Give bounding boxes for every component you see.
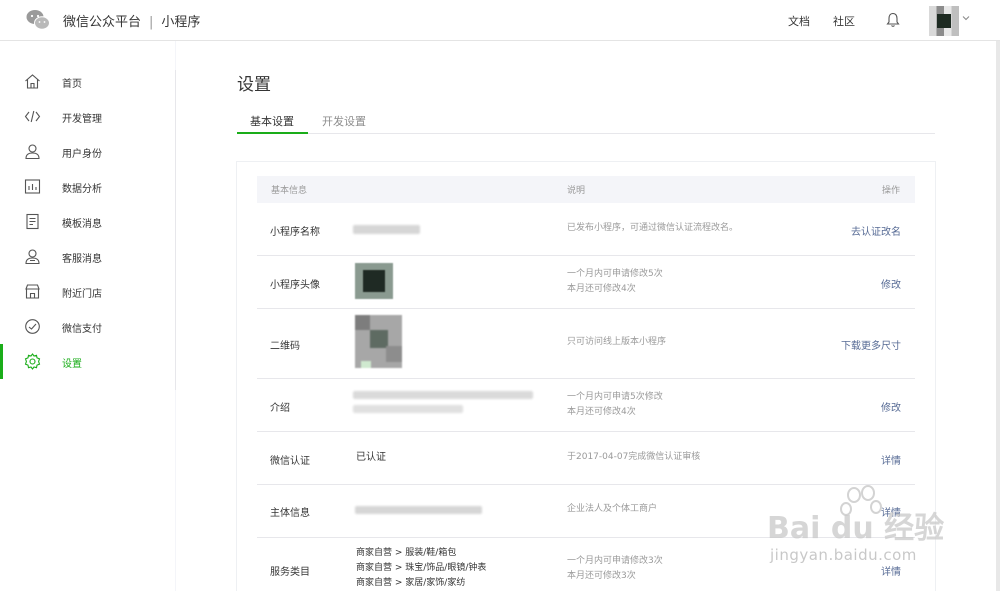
sidebar-item-label: 首页 [62, 79, 82, 90]
sidebar-item-template-msg[interactable]: 模板消息 [0, 204, 175, 239]
categories-value: 商家自营 > 服装/鞋/箱包 商家自营 > 珠宝/饰品/眼镜/钟表 商家自营 >… [356, 546, 486, 591]
sidebar-item-home[interactable]: 首页 [0, 64, 175, 99]
tab-dev-settings[interactable]: 开发设置 [322, 113, 366, 129]
edit-avatar-link[interactable]: 修改 [881, 276, 901, 291]
verification-details-link[interactable]: 详情 [881, 452, 901, 467]
intro-value-line [353, 405, 463, 413]
verification-status: 已认证 [356, 452, 386, 463]
avatar[interactable] [929, 6, 959, 36]
desc-line: 一个月内可申请修改5次 [567, 269, 663, 279]
app-name-value [353, 225, 420, 234]
code-icon [24, 110, 41, 123]
sidebar-item-analytics[interactable]: 数据分析 [0, 169, 175, 204]
docs-link[interactable]: 文档 [788, 13, 810, 29]
download-sizes-link[interactable]: 下载更多尺寸 [841, 337, 901, 352]
scrollbar[interactable] [996, 41, 1000, 591]
top-header: 微信公众平台 | 小程序 文档 社区 [0, 0, 1000, 41]
gear-icon [24, 353, 41, 370]
home-icon [25, 74, 40, 89]
desc-line: 一个月内可申请5次修改 [567, 392, 663, 402]
row-desc-avatar: 一个月内可申请修改5次 本月还可修改4次 [567, 267, 663, 297]
sidebar-item-label: 开发管理 [62, 114, 102, 125]
sidebar-item-label: 微信支付 [62, 324, 102, 335]
row-label-name: 小程序名称 [270, 227, 320, 238]
intro-value-line [353, 391, 533, 399]
row-desc-categories: 一个月内可申请修改3次 本月还可修改3次 [567, 554, 663, 584]
product-name: 小程序 [161, 15, 201, 30]
sidebar-item-label: 数据分析 [62, 184, 102, 195]
row-desc-qrcode: 只可访问线上版本小程序 [567, 337, 667, 347]
active-tab-indicator [237, 132, 308, 134]
desc-line: 本月还可修改3次 [567, 571, 636, 581]
sidebar-item-service-msg[interactable]: 客服消息 [0, 239, 175, 274]
desc-line: 本月还可修改4次 [567, 407, 636, 417]
user-icon [25, 144, 40, 160]
row-desc-verification: 于2017-04-07完成微信认证审核 [567, 452, 701, 462]
store-icon [25, 284, 40, 299]
row-divider [257, 431, 915, 432]
row-label-qrcode: 二维码 [270, 341, 300, 352]
desc-line: 一个月内可申请修改3次 [567, 556, 663, 566]
bell-icon[interactable] [886, 12, 900, 28]
sidebar-item-label: 模板消息 [62, 219, 102, 230]
edit-intro-link[interactable]: 修改 [881, 399, 901, 414]
row-desc-intro: 一个月内可申请5次修改 本月还可修改4次 [567, 390, 663, 420]
sidebar-item-label: 客服消息 [62, 254, 102, 265]
pay-icon [25, 319, 40, 334]
sidebar-item-label: 设置 [62, 359, 82, 370]
row-desc-name: 已发布小程序，可通过微信认证流程改名。 [567, 223, 739, 233]
table-header [257, 176, 915, 203]
community-link[interactable]: 社区 [833, 13, 855, 29]
watermark-brand: Bai du 经验 [767, 511, 945, 546]
qr-code-image [355, 315, 402, 368]
rename-link[interactable]: 去认证改名 [851, 223, 901, 238]
row-label-intro: 介绍 [270, 403, 290, 414]
desc-line: 本月还可修改4次 [567, 284, 636, 294]
row-label-avatar: 小程序头像 [270, 280, 320, 291]
sidebar-item-label: 用户身份 [62, 149, 102, 160]
row-divider [257, 255, 915, 256]
sidebar-item-wechat-pay[interactable]: 微信支付 [0, 309, 175, 344]
app-avatar-image [355, 263, 393, 299]
chevron-down-icon[interactable] [962, 14, 970, 22]
sidebar-item-label: 附近门店 [62, 289, 102, 300]
column-header-op: 操作 [882, 186, 901, 196]
row-label-categories: 服务类目 [270, 567, 310, 578]
sidebar-item-settings[interactable]: 设置 [0, 344, 175, 379]
column-header-info: 基本信息 [271, 186, 308, 196]
row-label-verification: 微信认证 [270, 456, 310, 467]
service-user-icon [25, 249, 40, 265]
row-divider [257, 308, 915, 309]
category-item: 商家自营 > 家居/家饰/家纺 [356, 578, 466, 588]
categories-details-link[interactable]: 详情 [881, 563, 901, 578]
sidebar-item-nearby-stores[interactable]: 附近门店 [0, 274, 175, 309]
wechat-logo-icon[interactable] [26, 9, 50, 31]
category-item: 商家自营 > 服装/鞋/箱包 [356, 548, 457, 558]
row-desc-entity: 企业法人及个体工商户 [567, 504, 658, 514]
row-divider [257, 378, 915, 379]
entity-value [355, 506, 482, 514]
column-header-desc: 说明 [567, 186, 586, 196]
row-divider [257, 484, 915, 485]
tabs-divider [237, 133, 935, 134]
row-label-entity: 主体信息 [270, 508, 310, 519]
document-icon [26, 213, 39, 230]
sidebar-item-dev[interactable]: 开发管理 [0, 99, 175, 134]
chart-icon [24, 179, 41, 194]
sidebar-item-users[interactable]: 用户身份 [0, 134, 175, 169]
category-item: 商家自营 > 珠宝/饰品/眼镜/钟表 [356, 563, 487, 573]
watermark-url: jingyan.baidu.com [770, 546, 917, 564]
brand-name: 微信公众平台 [63, 15, 142, 30]
brand-title[interactable]: 微信公众平台 | 小程序 [63, 11, 200, 30]
page-title: 设置 [237, 75, 271, 95]
tab-basic-settings[interactable]: 基本设置 [250, 113, 294, 129]
brand-separator: | [149, 15, 154, 30]
